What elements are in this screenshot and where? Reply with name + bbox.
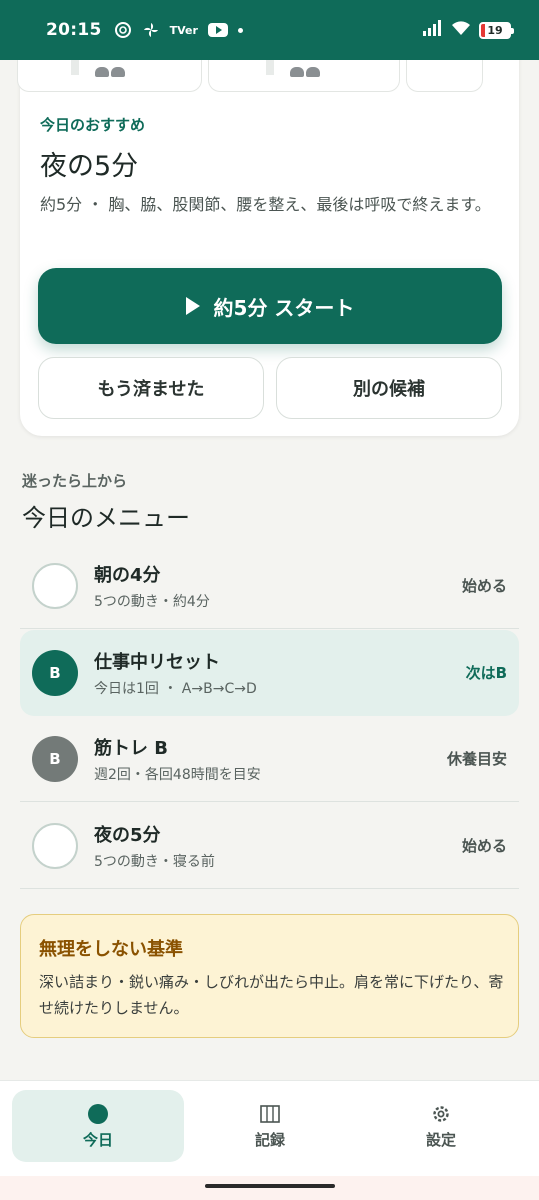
- menu-item-subtitle: 5つの動き・寝る前: [94, 854, 215, 870]
- pinwheel-icon: [142, 20, 160, 40]
- menu-item-subtitle: 5つの動き・約4分: [94, 594, 210, 610]
- notice-title: 無理をしない基準: [39, 939, 183, 960]
- menu-item-title: 仕事中リセット: [94, 652, 220, 673]
- status-circle-icon: [32, 823, 78, 869]
- start-button[interactable]: 約5分 スタート: [38, 268, 502, 344]
- divider: [20, 628, 519, 629]
- signal-icon: [423, 20, 443, 40]
- menu-title: 今日のメニュー: [22, 504, 190, 532]
- divider: [20, 801, 519, 802]
- gear-icon: [430, 1103, 452, 1125]
- dot-icon: [87, 1103, 109, 1125]
- bottom-nav: 今日 記録 設定: [0, 1080, 539, 1176]
- status-badge: B: [32, 736, 78, 782]
- battery-level: 19: [487, 23, 503, 37]
- recommendation-title: 夜の5分: [40, 151, 139, 182]
- menu-item-title: 夜の5分: [94, 825, 161, 846]
- status-bar: 20:15 TVer 19: [0, 0, 539, 60]
- menu-item-action[interactable]: 休養目安: [447, 748, 507, 769]
- menu-item-strength[interactable]: B 筋トレ B 週2回・各回48時間を目安 休養目安: [20, 716, 519, 802]
- notice-text: 深い詰まり・鋭い痛み・しびれが出たら中止。肩を常に下げたり、寄せ続けたりしません…: [39, 973, 504, 1017]
- nav-tab-records[interactable]: 記録: [184, 1090, 356, 1162]
- menu-item-subtitle: 週2回・各回48時間を目安: [94, 767, 261, 783]
- status-time: 20:15: [46, 20, 102, 40]
- status-badge: B: [32, 650, 78, 696]
- menu-item-subtitle: 今日は1回 ・ A→B→C→D: [94, 681, 257, 697]
- recommendation-description: 約5分 ・ 胸、脇、股関節、腰を整え、最後は呼吸で終えます。: [40, 195, 491, 214]
- menu-item-night[interactable]: 夜の5分 5つの動き・寝る前 始める: [20, 803, 519, 889]
- youtube-icon: [207, 20, 228, 40]
- menu-item-title: 筋トレ B: [94, 738, 168, 759]
- nav-tab-label: 記録: [254, 1130, 285, 1149]
- home-indicator[interactable]: [205, 1184, 335, 1188]
- other-option-button[interactable]: 別の候補: [276, 357, 502, 419]
- nav-tab-label: 設定: [425, 1130, 456, 1149]
- battery-icon: 19: [479, 21, 514, 39]
- notification-icons: TVer: [114, 20, 243, 40]
- openai-icon: [114, 20, 132, 40]
- columns-icon: [259, 1103, 281, 1125]
- menu-item-title: 朝の4分: [94, 565, 161, 586]
- already-done-button[interactable]: もう済ませた: [38, 357, 264, 419]
- status-circle-icon: [32, 563, 78, 609]
- menu-item-work-reset[interactable]: B 仕事中リセット 今日は1回 ・ A→B→C→D 次はB: [20, 630, 519, 716]
- play-icon: [185, 297, 200, 315]
- nav-tab-today[interactable]: 今日: [12, 1090, 184, 1162]
- menu-item-action[interactable]: 始める: [462, 835, 507, 856]
- tver-icon: TVer: [169, 23, 198, 37]
- dot-icon: [237, 20, 243, 40]
- wifi-icon: [451, 20, 471, 40]
- menu-item-action[interactable]: 次はB: [466, 662, 507, 683]
- start-button-label: 約5分 スタート: [213, 295, 355, 320]
- nav-tab-label: 今日: [82, 1130, 113, 1149]
- gesture-area: [0, 1176, 539, 1200]
- menu-item-morning[interactable]: 朝の4分 5つの動き・約4分 始める: [20, 543, 519, 629]
- recommendation-label: 今日のおすすめ: [40, 116, 146, 134]
- already-done-label: もう済ませた: [97, 379, 205, 400]
- nav-tab-settings[interactable]: 設定: [355, 1090, 527, 1162]
- divider: [20, 888, 519, 889]
- other-option-label: 別の候補: [353, 379, 425, 400]
- menu-subtitle: 迷ったら上から: [22, 472, 128, 490]
- menu-item-action[interactable]: 始める: [462, 575, 507, 596]
- safety-notice: 無理をしない基準 深い詰まり・鋭い痛み・しびれが出たら中止。肩を常に下げたり、寄…: [20, 914, 519, 1038]
